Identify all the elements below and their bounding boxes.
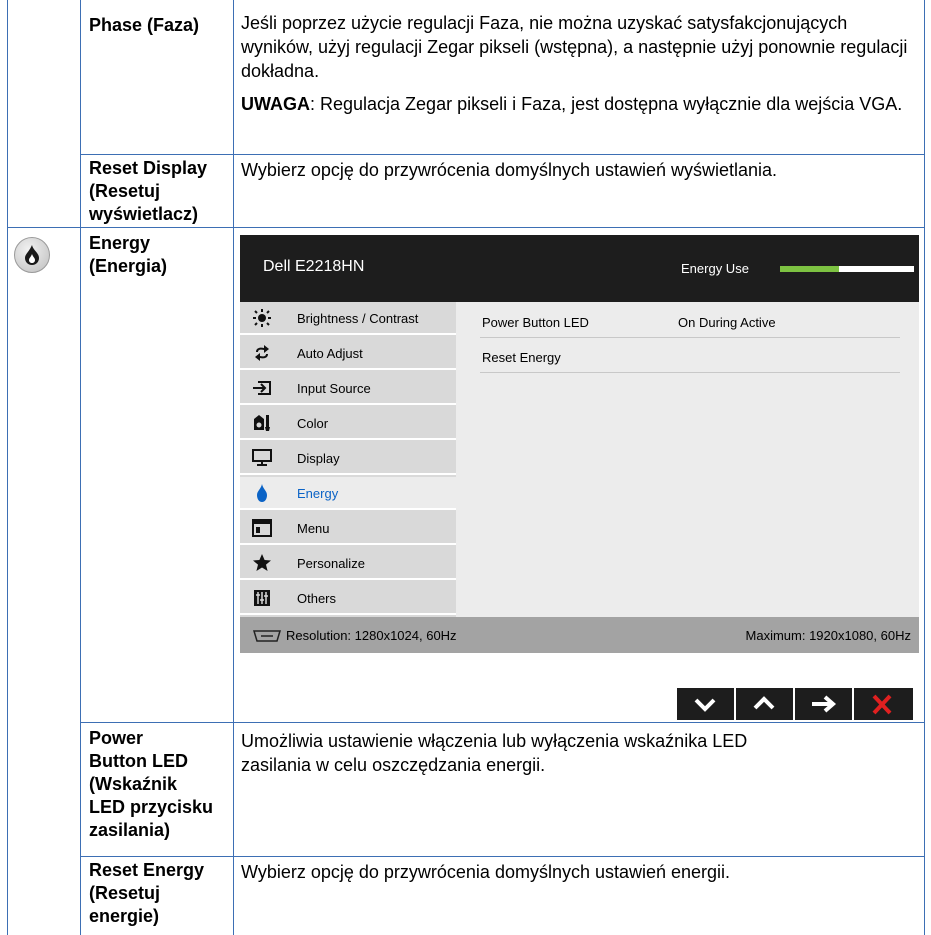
maximum-resolution-text: Maximum: 1920x1080, 60Hz bbox=[745, 628, 911, 643]
auto-adjust-icon bbox=[255, 345, 269, 361]
energy-use-label: Energy Use bbox=[681, 261, 749, 276]
note-text: : Regulacja Zegar pikseli i Faza, jest d… bbox=[310, 94, 903, 114]
desc-line: Umożliwia ustawienie włączenia lub wyłąc… bbox=[241, 731, 748, 751]
resolution-text: Resolution: 1280x1024, 60Hz bbox=[286, 628, 457, 643]
menu-item-label: Brightness / Contrast bbox=[297, 311, 419, 326]
arrow-right-icon bbox=[812, 695, 837, 713]
term-line: Reset Energy bbox=[89, 860, 205, 880]
term-line: energie) bbox=[89, 906, 160, 926]
table-border-left bbox=[7, 0, 8, 935]
up-button[interactable] bbox=[734, 688, 793, 720]
note-label: UWAGA bbox=[241, 94, 310, 114]
star-icon bbox=[253, 554, 271, 571]
osd-header: Dell E2218HN Energy Use bbox=[240, 235, 919, 302]
menu-item-others[interactable]: Others bbox=[240, 582, 456, 615]
term-line: zasilania) bbox=[89, 820, 171, 840]
energy-flame-icon bbox=[14, 237, 50, 273]
term-line: Energy bbox=[89, 233, 151, 253]
term-line: Power bbox=[89, 728, 144, 748]
osd-main-menu: Brightness / Contrast Auto Adjust Input … bbox=[240, 302, 456, 617]
monitor-icon bbox=[252, 449, 272, 466]
desc-phase-note: UWAGA: Regulacja Zegar pikseli i Faza, j… bbox=[241, 92, 921, 116]
desc-power-button-led: Umożliwia ustawienie włączenia lub wyłąc… bbox=[241, 729, 921, 777]
term-reset-energy: Reset Energy (Resetuj energie) bbox=[89, 859, 231, 928]
desc-phase: Jeśli poprzez użycie regulacji Faza, nie… bbox=[241, 11, 921, 116]
row-divider bbox=[80, 154, 925, 155]
desc-phase-text: Jeśli poprzez użycie regulacji Faza, nie… bbox=[241, 13, 908, 81]
term-line: (Resetuj bbox=[89, 181, 161, 201]
setting-reset-energy[interactable]: Reset Energy bbox=[480, 337, 900, 373]
menu-item-auto-adjust[interactable]: Auto Adjust bbox=[240, 337, 456, 370]
menu-item-menu[interactable]: Menu bbox=[240, 512, 456, 545]
energy-use-bar bbox=[780, 266, 914, 272]
term-energy: Energy (Energia) bbox=[89, 232, 231, 278]
term-line: Button LED bbox=[89, 751, 188, 771]
term-power-button-led: Power Button LED (Wskaźnik LED przycisku… bbox=[89, 727, 231, 842]
row-divider bbox=[80, 722, 925, 723]
menu-item-energy[interactable]: Energy bbox=[240, 477, 456, 510]
menu-item-label: Color bbox=[297, 416, 329, 431]
menu-item-personalize[interactable]: Personalize bbox=[240, 547, 456, 580]
menu-item-label: Energy bbox=[297, 486, 339, 501]
term-line: wyświetlacz) bbox=[89, 204, 199, 224]
menu-item-input-source[interactable]: Input Source bbox=[240, 372, 456, 405]
table-border-col1 bbox=[80, 0, 81, 935]
term-line: Reset Display bbox=[89, 158, 208, 178]
menu-item-brightness-contrast[interactable]: Brightness / Contrast bbox=[240, 302, 456, 335]
energy-use-bar-fill bbox=[780, 266, 839, 272]
menu-item-color[interactable]: Color bbox=[240, 407, 456, 440]
term-line: LED przycisku bbox=[89, 797, 214, 817]
menu-item-display[interactable]: Display bbox=[240, 442, 456, 475]
osd-button-bar bbox=[677, 688, 913, 720]
table-border-col2 bbox=[233, 0, 234, 935]
osd-submenu: Power Button LED On During Active Reset … bbox=[456, 302, 919, 617]
menu-item-label: Display bbox=[297, 451, 340, 466]
menu-item-label: Personalize bbox=[297, 556, 365, 571]
setting-power-button-led[interactable]: Power Button LED On During Active bbox=[480, 302, 900, 338]
others-icon bbox=[254, 590, 270, 606]
desc-line: zasilania w celu oszczędzania energii. bbox=[241, 755, 546, 775]
close-button[interactable] bbox=[852, 688, 911, 720]
setting-label: Reset Energy bbox=[482, 350, 561, 365]
setting-label: Power Button LED bbox=[482, 315, 589, 330]
input-source-icon bbox=[253, 381, 271, 395]
term-phase: Phase (Faza) bbox=[89, 15, 200, 35]
menu-item-label: Others bbox=[297, 591, 337, 606]
menu-item-label: Auto Adjust bbox=[297, 346, 363, 361]
desc-reset-display: Wybierz opcję do przywrócenia domyślnych… bbox=[241, 160, 778, 180]
sun-icon bbox=[253, 309, 271, 327]
term-reset-display: Reset Display (Resetuj wyświetlacz) bbox=[89, 157, 231, 226]
down-button[interactable] bbox=[677, 688, 734, 720]
setting-value: On During Active bbox=[678, 315, 776, 330]
term-line: (Resetuj bbox=[89, 883, 161, 903]
row-divider bbox=[7, 227, 925, 228]
chevron-up-icon bbox=[753, 696, 775, 710]
osd-menu-screenshot: Dell E2218HN Energy Use Brightness / Con… bbox=[240, 235, 919, 720]
osd-title: Dell E2218HN bbox=[263, 258, 365, 275]
close-icon bbox=[872, 694, 892, 715]
vga-connector-icon bbox=[252, 630, 282, 642]
right-button[interactable] bbox=[793, 688, 852, 720]
menu-item-label: Menu bbox=[297, 521, 330, 536]
term-line: (Wskaźnik bbox=[89, 774, 178, 794]
row-divider bbox=[80, 856, 925, 857]
table-border-right bbox=[924, 0, 925, 935]
color-icon bbox=[254, 415, 270, 431]
menu-icon bbox=[252, 519, 272, 537]
desc-reset-energy: Wybierz opcję do przywrócenia domyślnych… bbox=[241, 862, 731, 882]
energy-flame-icon bbox=[257, 484, 267, 502]
term-line: (Energia) bbox=[89, 256, 168, 276]
menu-item-label: Input Source bbox=[297, 381, 371, 396]
chevron-down-icon bbox=[694, 698, 716, 712]
osd-footer: Resolution: 1280x1024, 60Hz Maximum: 192… bbox=[240, 617, 919, 653]
